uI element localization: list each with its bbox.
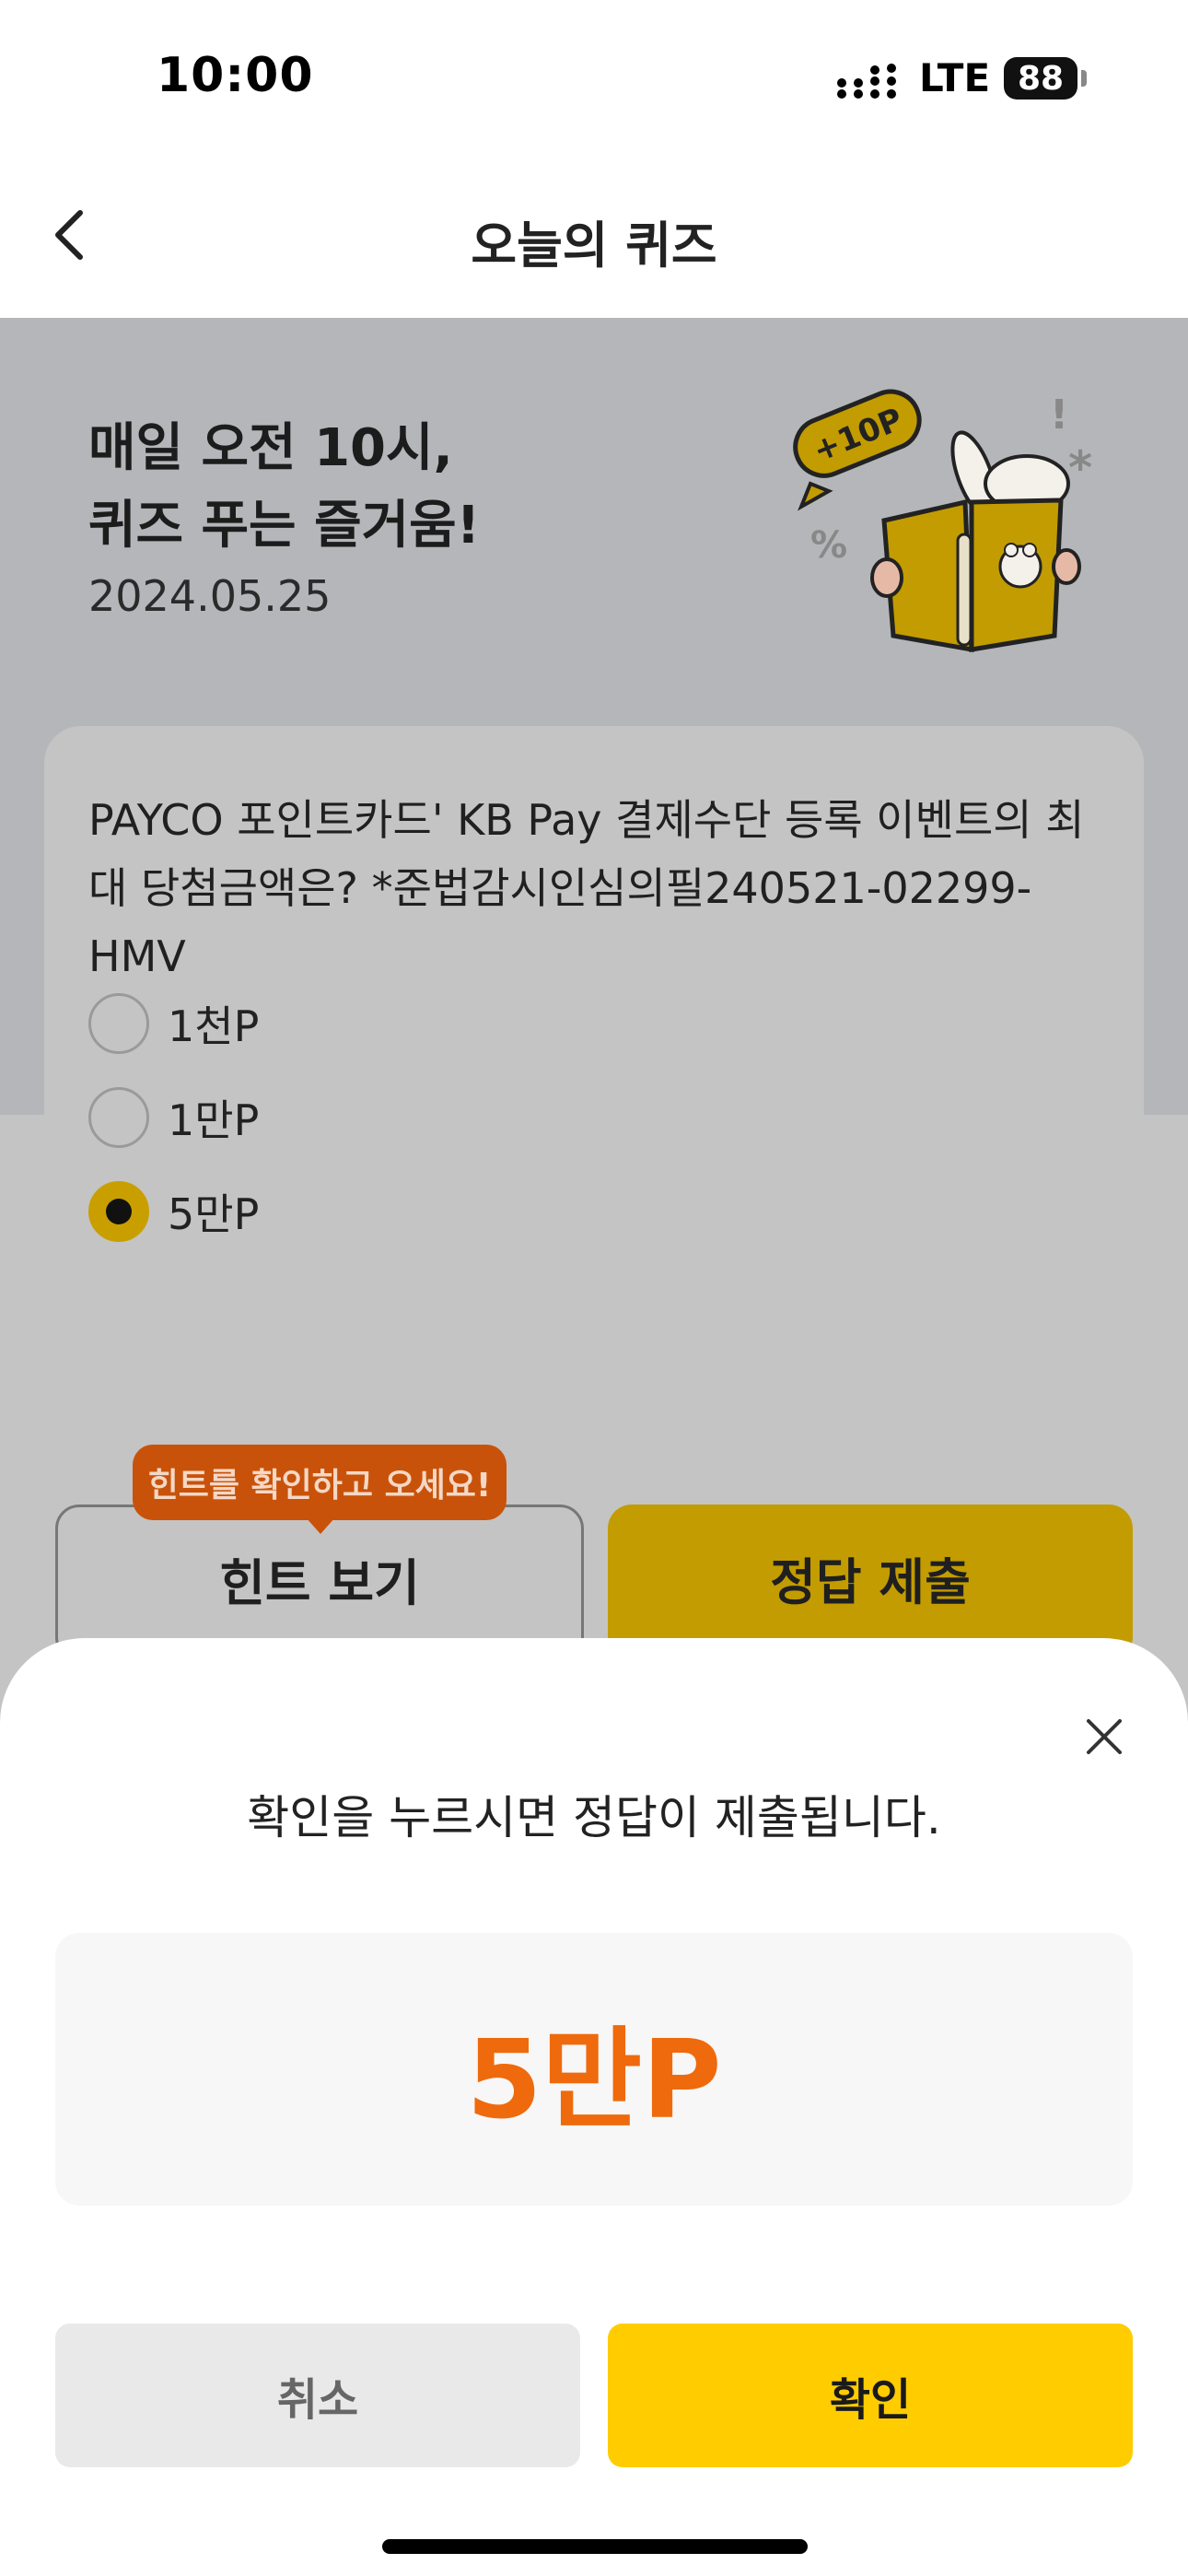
hint-tooltip: 힌트를 확인하고 오세요! (133, 1445, 507, 1520)
nav-header: 오늘의 퀴즈 (0, 157, 1188, 318)
radio-button[interactable] (88, 993, 149, 1054)
option-label: 1만P (168, 1095, 260, 1145)
radio-button[interactable] (88, 1087, 149, 1148)
confirm-button[interactable]: 확인 (608, 2324, 1133, 2467)
option-label: 1천P (168, 1001, 260, 1051)
status-bar: 10:00 LTE 88 (0, 0, 1188, 157)
home-indicator[interactable] (382, 2539, 808, 2554)
network-type: LTE (919, 55, 991, 100)
rabbit-reading-illustration: +10P ! * % (793, 389, 1092, 653)
option-label: 5만P (168, 1189, 260, 1239)
quiz-question: PAYCO 포인트카드' KB Pay 결제수단 등록 이벤트의 최대 당첨금액… (88, 795, 1085, 981)
status-time: 10:00 (157, 48, 314, 103)
close-icon (1087, 1719, 1122, 1754)
signal-icon (837, 64, 896, 99)
sheet-message: 확인을 누르시면 정답이 제출됩니다. (247, 1791, 941, 1844)
option-2[interactable]: 1만P (88, 1083, 259, 1153)
battery-tip (1081, 70, 1087, 87)
confirm-bottom-sheet: 확인을 누르시면 정답이 제출됩니다. 5만P 취소 확인 (0, 1638, 1188, 2576)
hero-date: 2024.05.25 (88, 571, 332, 621)
cancel-button[interactable]: 취소 (55, 2324, 580, 2467)
option-3[interactable]: 5만P (88, 1177, 259, 1247)
page-title: 오늘의 퀴즈 (471, 217, 717, 275)
radio-button-selected[interactable] (88, 1181, 149, 1242)
svg-text:!: ! (1050, 392, 1068, 439)
radio-dot (106, 1199, 132, 1224)
close-button[interactable] (1076, 1708, 1133, 1765)
selected-answer: 5만P (466, 2015, 722, 2143)
tooltip-tail (306, 1517, 335, 1534)
selected-answer-box: 5만P (55, 1933, 1133, 2206)
svg-text:%: % (810, 524, 847, 567)
battery-icon: 88 (1004, 57, 1077, 100)
option-1[interactable]: 1천P (88, 989, 259, 1059)
svg-text:*: * (1068, 441, 1092, 495)
hero-title: 매일 오전 10시, 퀴즈 푸는 즐거움! (88, 418, 481, 556)
